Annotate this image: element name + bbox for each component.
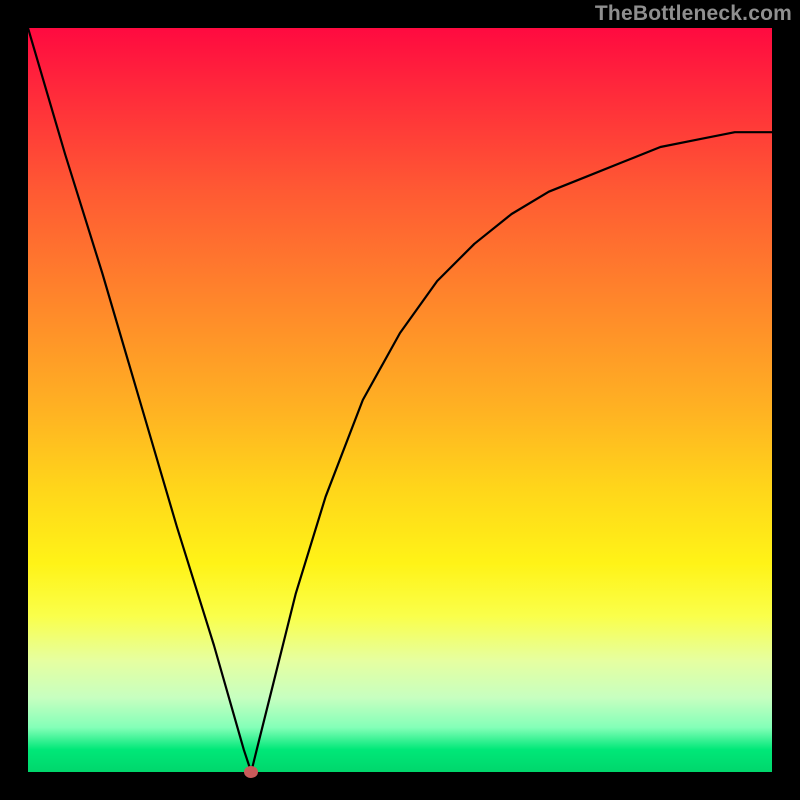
curve-path: [28, 28, 772, 772]
chart-curve: [28, 28, 772, 772]
chart-frame: TheBottleneck.com: [0, 0, 800, 800]
chart-marker: [244, 766, 258, 778]
watermark-text: TheBottleneck.com: [595, 2, 792, 26]
plot-area: [28, 28, 772, 772]
